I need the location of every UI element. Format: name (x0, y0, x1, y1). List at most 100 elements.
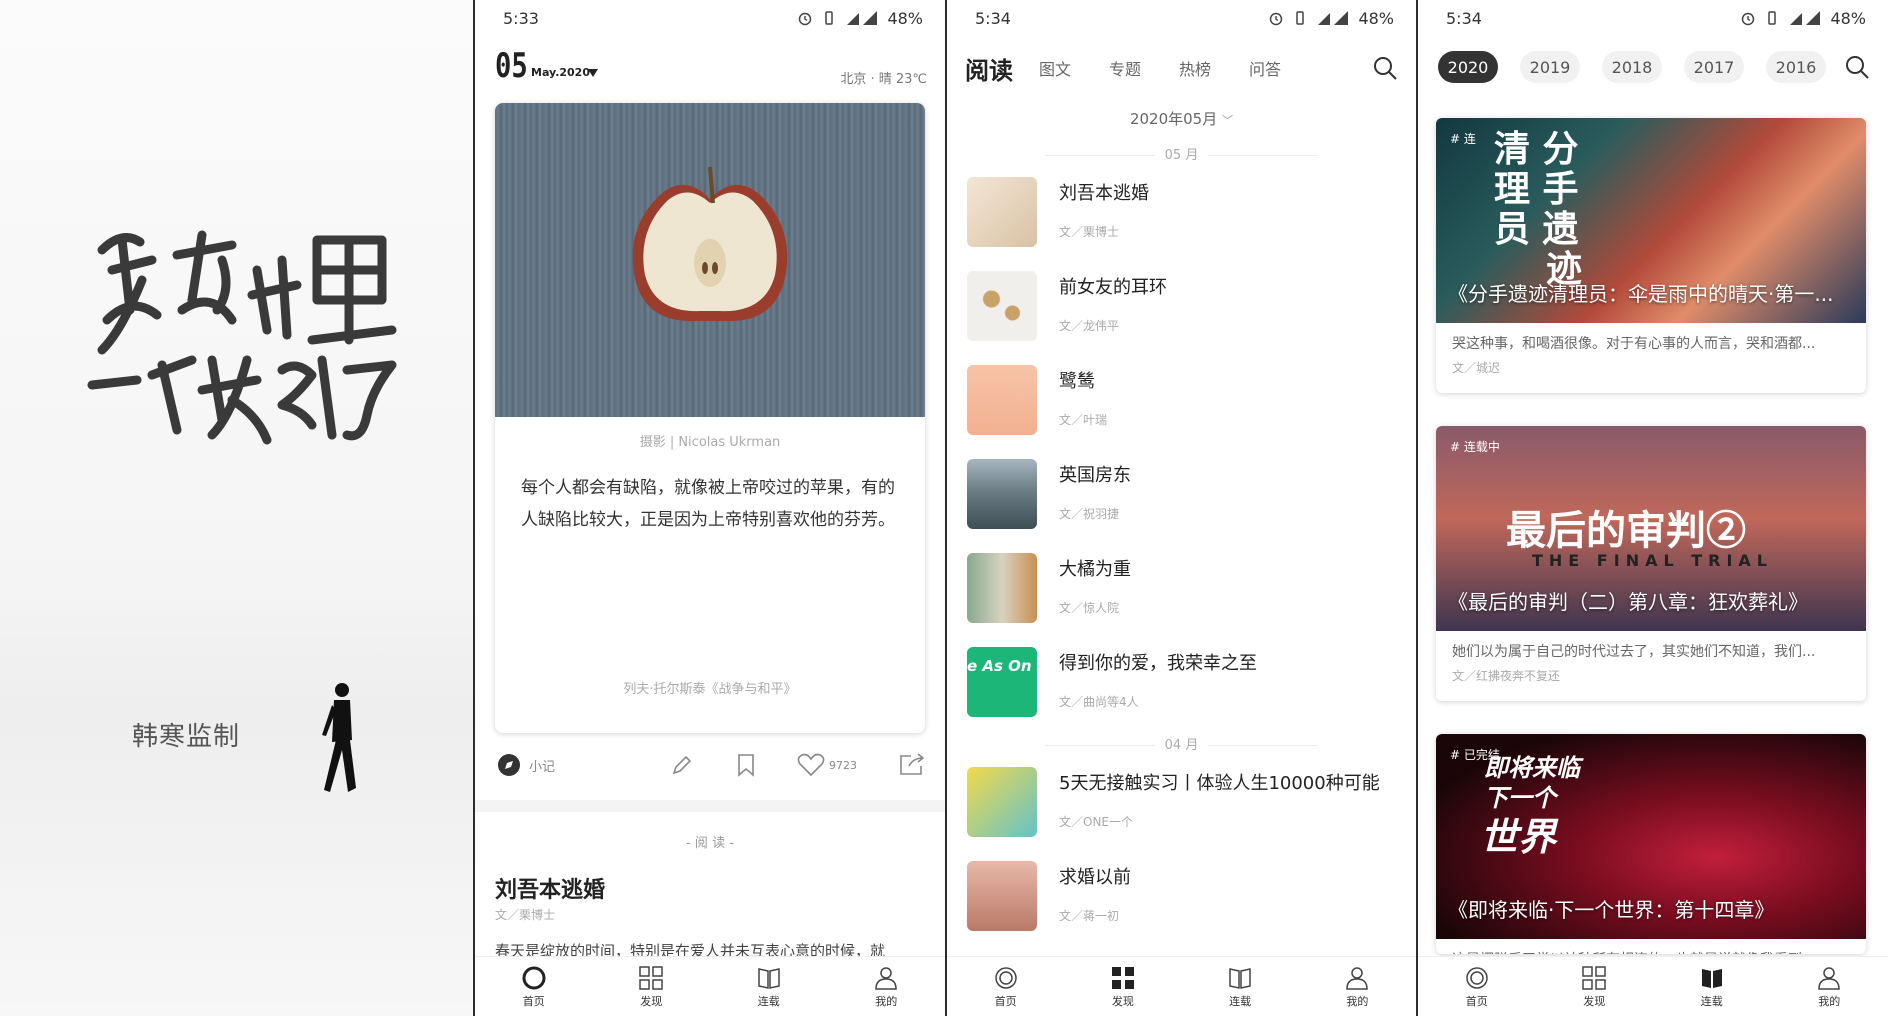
serial-card[interactable]: # 连载中 最后的审判② THE FINAL TRIAL 《最后的审判（二）第八… (1436, 426, 1866, 701)
user-icon (1346, 966, 1369, 990)
photo-caption: 摄影 | Nicolas Ukrman (639, 435, 781, 450)
article-thumbnail (967, 553, 1037, 623)
reading-list-screen: 5:34 48% 阅读 图文 专题 热榜 问答 2020年05月 ﹀ 05 月 … (947, 0, 1416, 1016)
battery-level: 48% (1358, 8, 1394, 28)
year-2016[interactable]: 2016 (1766, 51, 1826, 83)
tab-serial[interactable]: 连载 (1682, 965, 1742, 1009)
category-nav: 阅读 图文 专题 热榜 问答 (965, 48, 1398, 88)
status-bar: 5:34 48% (947, 0, 1416, 36)
signal-icon (1790, 11, 1821, 25)
serial-cover: # 连 清 分 理 手 员 遗 迹 《分手遗迹清理员：伞是雨中的晴天·第一... (1436, 118, 1866, 323)
tab-home[interactable]: 首页 (1447, 965, 1507, 1009)
tab-discover[interactable]: 发现 (621, 965, 681, 1009)
home-circle-icon (1466, 966, 1488, 989)
home-circle-icon (522, 966, 546, 989)
chevron-down-icon: ﹀ (1222, 114, 1234, 127)
note-button[interactable]: 小记 (497, 753, 555, 777)
weather-info: 北京 · 晴 23℃ (840, 72, 927, 87)
signal-icon (1318, 11, 1349, 25)
search-icon[interactable] (1372, 55, 1398, 81)
date-day: 05 (495, 46, 528, 86)
year-2018[interactable]: 2018 (1602, 51, 1662, 83)
tab-serial[interactable]: 连载 (1210, 965, 1270, 1009)
article-thumbnail (967, 271, 1037, 341)
list-item[interactable]: 英国房东 文／祝羽捷 (967, 459, 1400, 529)
nav-item-qa[interactable]: 问答 (1249, 56, 1281, 80)
list-item[interactable]: 鹭鸶 文／叶瑞 (967, 365, 1400, 435)
daily-card[interactable]: 摄影 | Nicolas Ukrman 每个人都会有缺陷，就像被上帝咬过的苹果，… (495, 103, 925, 733)
share-button[interactable] (897, 752, 925, 778)
walking-man-figure (322, 683, 356, 792)
article-thumbnail (967, 365, 1037, 435)
list-item[interactable]: 求婚以前 文／蒋一初 (967, 861, 1400, 931)
share-icon (900, 753, 925, 775)
read-section-label: - 阅 读 - (686, 836, 734, 851)
tab-serial[interactable]: 连载 (739, 965, 799, 1009)
nav-item-topics[interactable]: 专题 (1109, 56, 1141, 80)
year-2017[interactable]: 2017 (1684, 51, 1744, 83)
status-bar: 5:34 48% (1418, 0, 1888, 36)
month-selector[interactable]: 2020年05月 ﹀ (947, 108, 1416, 129)
serial-card[interactable]: # 已完结 即将来临 下一个 世界 《即将来临·下一个世界：第十四章》 这是摆脱… (1436, 734, 1866, 954)
serials-screen: 5:34 48% 2020 2019 2018 2017 2016 # 连 清 … (1418, 0, 1888, 1016)
note-label: 小记 (529, 759, 556, 775)
serial-excerpt: 这是摆脱后平常以社种所有相连的，也就是说就像我看到 (1436, 939, 1866, 954)
battery-level: 48% (887, 8, 923, 28)
splash-screen: 韩寒监制 (0, 0, 473, 1016)
like-count: 9723 (829, 758, 857, 772)
search-icon[interactable] (1844, 54, 1870, 80)
tab-profile[interactable]: 我的 (1327, 965, 1387, 1009)
alarm-icon (1270, 12, 1283, 26)
section-divider (475, 800, 945, 812)
edit-button[interactable] (669, 752, 695, 778)
alarm-icon (799, 12, 812, 26)
splash-credit: 韩寒监制 (132, 722, 241, 752)
serial-excerpt: 哭这种事，和喝酒很像。对于有心事的人而言，哭和酒都... (1452, 336, 1816, 352)
bottom-tab-bar: 首页 发现 连载 我的 (1418, 956, 1888, 1016)
caret-down-icon[interactable] (587, 68, 599, 78)
tab-discover[interactable]: 发现 (1093, 965, 1153, 1009)
book-icon (1701, 968, 1722, 988)
serial-title: 《即将来临·下一个世界：第十四章》 (1448, 898, 1775, 922)
group-label-april: 04 月 (947, 734, 1416, 753)
serial-cover: # 已完结 即将来临 下一个 世界 《即将来临·下一个世界：第十四章》 (1436, 734, 1866, 939)
nav-item-read[interactable]: 阅读 (965, 51, 1013, 86)
year-2019[interactable]: 2019 (1520, 51, 1580, 83)
nav-item-photo-text[interactable]: 图文 (1039, 56, 1071, 80)
bookmark-icon (738, 754, 754, 777)
article-thumbnail (967, 767, 1037, 837)
status-bar: 5:33 48% (475, 0, 945, 36)
serial-author: 文／红拂夜奔不复还 (1452, 669, 1561, 683)
book-icon (1229, 967, 1251, 989)
year-2020[interactable]: 2020 (1438, 51, 1498, 83)
vibrate-icon (1768, 11, 1777, 25)
list-item[interactable]: e As On 得到你的爱，我荣幸之至 文／曲尚等4人 (967, 647, 1400, 717)
alarm-icon (1742, 12, 1755, 26)
nav-item-hot[interactable]: 热榜 (1179, 56, 1211, 80)
status-time: 5:34 (1446, 8, 1482, 28)
tab-profile[interactable]: 我的 (856, 965, 916, 1009)
serial-card[interactable]: # 连 清 分 理 手 员 遗 迹 《分手遗迹清理员：伞是雨中的晴天·第一...… (1436, 118, 1866, 393)
date-month-year[interactable]: May.2020 (531, 66, 590, 79)
list-item[interactable]: 刘吾本逃婚 文／栗博士 (967, 177, 1400, 247)
tab-profile[interactable]: 我的 (1799, 965, 1859, 1009)
bookmark-button[interactable] (735, 752, 757, 778)
article-thumbnail: e As On (967, 647, 1037, 717)
list-item[interactable]: 前女友的耳环 文／龙伟平 (967, 271, 1400, 341)
battery-level: 48% (1830, 8, 1866, 28)
list-item[interactable]: 大橘为重 文／惊人院 (967, 553, 1400, 623)
serial-excerpt: 她们以为属于自己的时代过去了，其实她们不知道，我们... (1452, 644, 1816, 660)
like-button[interactable]: 9723 (797, 753, 857, 777)
read-article-title[interactable]: 刘吾本逃婚 (495, 872, 605, 904)
status-time: 5:33 (503, 8, 539, 28)
serial-title: 《最后的审判（二）第八章：狂欢葬礼》 (1448, 590, 1808, 614)
vibrate-icon (1296, 11, 1305, 25)
status-time: 5:34 (975, 8, 1011, 28)
tab-home[interactable]: 首页 (504, 965, 564, 1009)
tab-discover[interactable]: 发现 (1564, 965, 1624, 1009)
card-actions: 小记 9723 (497, 745, 925, 785)
article-thumbnail (967, 459, 1037, 529)
heart-icon (797, 753, 825, 777)
tab-home[interactable]: 首页 (976, 965, 1036, 1009)
list-item[interactable]: 5天无接触实习丨体验人生10000种可能 文／ONE一个 (967, 767, 1400, 837)
